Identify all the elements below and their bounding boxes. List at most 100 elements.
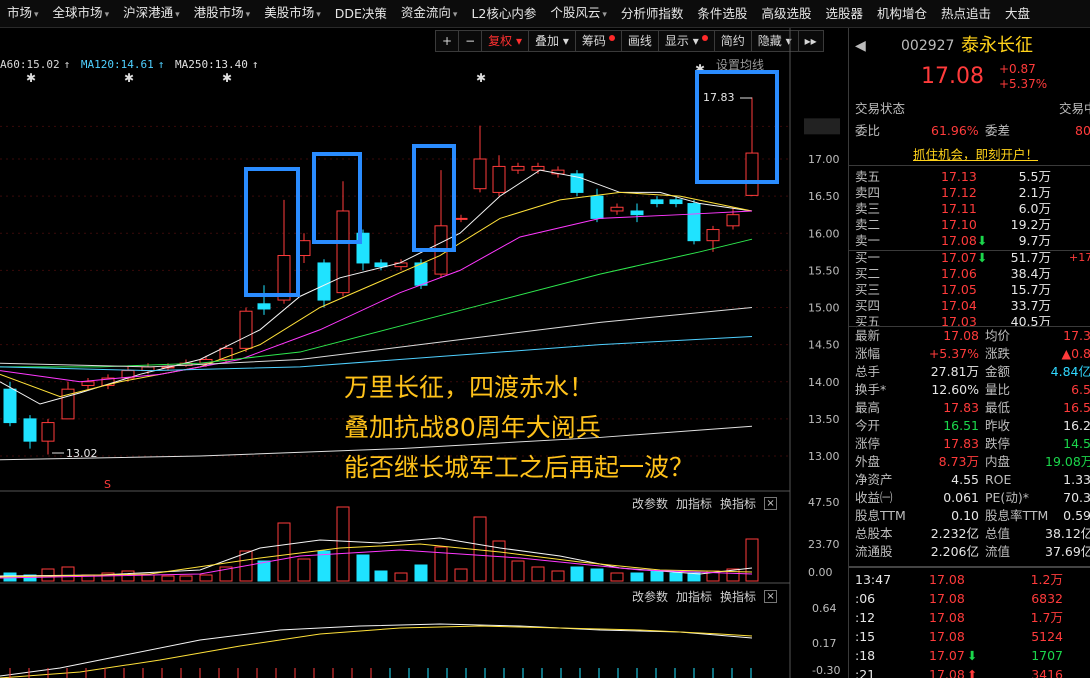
divider [849,165,1090,166]
gaicanshu-button[interactable]: 改参数 [632,495,668,512]
sell-volume: 9.7万 [1018,233,1051,248]
menu-item-label: L2核心内参 [471,5,537,21]
menu-item-label: 市场 [7,4,33,20]
trade-status-row: 交易状态 交易中 [849,100,1090,118]
menu-item-8[interactable]: 个股风云 ▾ [543,0,614,27]
back-arrow-icon[interactable]: ◀ [855,34,866,58]
price-tick: 16.50 [808,190,840,203]
menu-item-5[interactable]: DDE决策 [328,0,394,27]
menu-item-2[interactable]: 沪深港通 ▾ [116,0,187,27]
promo-row[interactable]: 抓住机会，即刻开户！ [849,146,1090,164]
menu-item-14[interactable]: 热点追击 [934,0,998,27]
macd-tick: 0.64 [812,602,837,615]
sell-price: 17.08 [941,233,977,248]
buy-row[interactable]: 买四 17.04 33.7万 [849,298,1090,314]
sell-volume: 6.0万 [1018,201,1051,216]
volume-bar [610,572,624,582]
last-price: 17.08 [921,64,984,89]
tick-volume: 3416 [1031,667,1063,678]
volume-bar [531,566,545,582]
buy-price: 17.05 [941,282,977,297]
tick-volume: 1.7万 [1030,610,1063,625]
buy-row[interactable]: 买二 17.06 38.4万 [849,266,1090,282]
stats-row: 换手* 12.60% 量比 6.5 [849,381,1090,399]
buy-volume: 33.7万 [1010,298,1051,313]
stat-value: 16.51 [943,418,979,433]
tick-price: 17.07 [929,648,965,663]
macd-dea-line [0,625,753,678]
star-marker-icon: ✱ [124,71,134,85]
volume-bar [277,522,291,582]
volume-bar [297,558,311,582]
menu-item-9[interactable]: 分析师指数 [614,0,691,27]
stat-value: 0.061 [943,490,979,505]
close-icon[interactable]: × [764,590,778,603]
stat-value: 8.73万 [938,454,979,469]
buy-label: 买四 [855,298,881,313]
menu-item-11[interactable]: 高级选股 [754,0,818,27]
menu-item-3[interactable]: 港股市场 ▾ [187,0,258,27]
menu-item-13[interactable]: 机构增仓 [870,0,934,27]
menu-item-12[interactable]: 选股器 [818,0,870,27]
stats-row: 流通股 2.206亿 流值 37.69亿 [849,543,1090,561]
kline-chart-area[interactable]: + − 复权 ▾ 叠加 ▾ 筹码 画线 显示 ▾ 简约 隐藏 ▾ ▸▸ A60:… [0,28,845,678]
sell-label: 卖一 [855,233,881,248]
candle-body [336,210,350,294]
buy-price: 17.07 [941,250,977,265]
candle-body [590,195,604,219]
highlight-box [695,70,779,184]
sell-row[interactable]: 卖五 17.13 5.5万 [849,169,1090,185]
candle-body [239,310,253,349]
menu-item-label: 个股风云 [550,4,601,20]
volume-panel-buttons: 改参数 加指标 换指标 × [632,495,778,512]
trade-status-label: 交易状态 [855,101,906,116]
jiazhibiao-button[interactable]: 加指标 [676,495,712,512]
open-account-link[interactable]: 抓住机会，即刻开户！ [913,146,1038,164]
sell-label: 卖五 [855,169,881,184]
chevron-down-icon: ▾ [452,9,458,20]
stat-value: 6.5 [1071,382,1090,397]
volume-bar [454,568,468,582]
tick-time: :18 [855,648,876,663]
menu-item-4[interactable]: 美股市场 ▾ [257,0,328,27]
huanzhibiao-button[interactable]: 换指标 [720,495,756,512]
candle-body [41,422,55,442]
quote-panel: ◀ 002927 泰永长征 17.08 +0.87 +5.37% 交易状态 交易… [848,28,1090,678]
tick-row: :18 17.07 ⬇ 1707 [849,647,1090,665]
sell-row[interactable]: 卖二 17.10 19.2万 [849,217,1090,233]
tick-time: :12 [855,610,876,625]
stat-value: 12.60% [931,382,979,397]
buy-label: 买一 [855,250,881,265]
candle-body [492,165,506,193]
sell-row[interactable]: 卖四 17.12 2.1万 [849,185,1090,201]
sell-row[interactable]: 卖一 17.08 ⬇ 9.7万 [849,233,1090,249]
menu-item-10[interactable]: 条件选股 [690,0,754,27]
volume-bar [414,564,428,582]
star-marker-icon: ✱ [222,71,232,85]
jiazhibiao-button[interactable]: 加指标 [676,588,712,605]
sell-row[interactable]: 卖三 17.11 6.0万 [849,201,1090,217]
volume-bar [551,570,565,582]
huanzhibiao-button[interactable]: 换指标 [720,588,756,605]
menu-item-7[interactable]: L2核心内参 [464,0,543,27]
menu-item-1[interactable]: 全球市场 ▾ [46,0,117,27]
stats-row: 外盘 8.73万 内盘 19.08万 [849,453,1090,471]
chevron-down-icon: ▾ [316,9,321,20]
menu-item-6[interactable]: 资金流向 ▾ [394,0,465,27]
menu-item-15[interactable]: 大盘 [998,0,1037,27]
stats-row: 涨停 17.83 跌停 14.5 [849,435,1090,453]
buy-row[interactable]: 买一 17.07 ⬇ 51.7万 +17 [849,250,1090,266]
gaicanshu-button[interactable]: 改参数 [632,588,668,605]
arrow-down-icon: ⬇ [977,233,988,248]
tick-price: 17.08 [929,572,965,587]
buy-label: 买三 [855,282,881,297]
price-tick-highlight [804,118,840,135]
sell-label: 卖二 [855,217,881,232]
buy-row[interactable]: 买三 17.05 15.7万 [849,282,1090,298]
stat-value: 17.08 [943,328,979,343]
price-tick: 17.00 [808,153,840,166]
menu-item-0[interactable]: 市场 ▾ [0,0,46,27]
menu-item-label: 选股器 [825,5,863,21]
close-icon[interactable]: × [764,497,778,510]
candle-body [81,381,95,386]
